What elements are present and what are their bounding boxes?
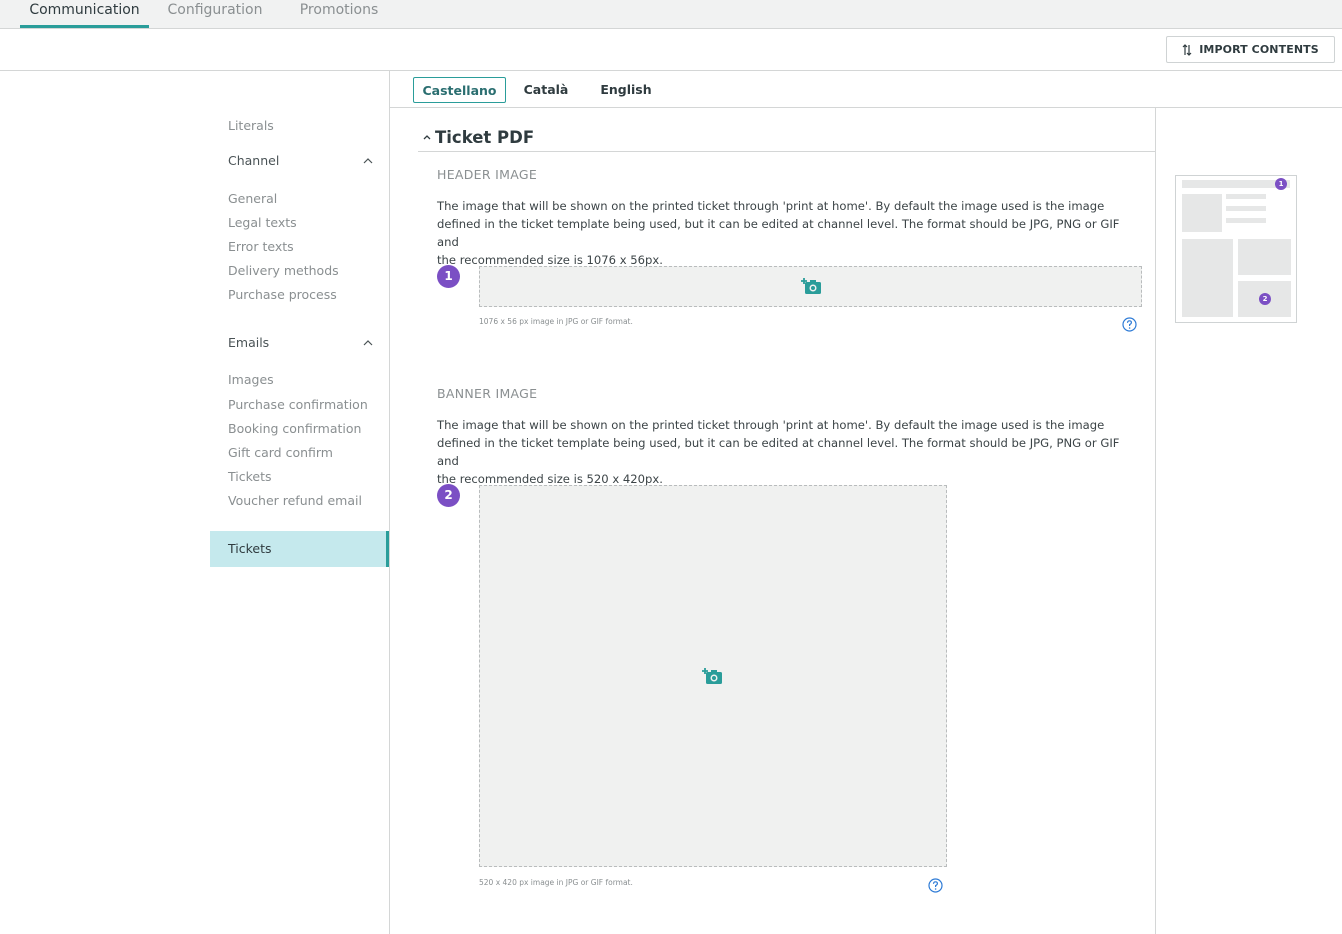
chevron-up-icon[interactable] [422,133,432,141]
import-contents-label: IMPORT CONTENTS [1199,43,1319,56]
ticket-layout-preview: 1 2 [1175,175,1297,323]
section-title: Ticket PDF [435,128,535,147]
banner-image-hint: 520 x 420 px image in JPG or GIF format. [479,878,633,887]
banner-image-description: The image that will be shown on the prin… [437,416,1127,488]
preview-line [1226,206,1266,211]
add-photo-icon [702,668,722,684]
tab-configuration[interactable]: Configuration [160,0,270,28]
header-image-hint: 1076 x 56 px image in JPG or GIF format. [479,317,633,326]
header-image-dropzone[interactable] [479,266,1142,307]
main-content: Ticket PDF HEADER IMAGE The image that w… [390,108,1156,934]
tab-promotions[interactable]: Promotions [290,0,388,28]
sidebar-item-images[interactable]: Images [228,372,274,387]
preview-badge-2: 2 [1259,293,1271,305]
sidebar-item-purchase-confirmation[interactable]: Purchase confirmation [228,397,368,412]
preview-block [1238,239,1291,275]
sidebar-group-emails[interactable]: Emails [228,335,269,350]
tab-catala[interactable]: Català [514,77,578,103]
sort-arrows-icon [1182,43,1192,56]
tab-english[interactable]: English [594,77,658,103]
top-tab-bar: Communication Configuration Promotions [0,0,1342,29]
sidebar-item-literals[interactable]: Literals [228,118,274,133]
sidebar-item-general[interactable]: General [228,191,277,206]
description-line: The image that will be shown on the prin… [437,418,1105,432]
preview-line [1226,194,1266,199]
preview-block [1182,239,1233,317]
header-image-description: The image that will be shown on the prin… [437,197,1127,269]
preview-block [1182,194,1222,232]
description-line: defined in the ticket template being use… [437,217,1120,249]
sidebar-item-tickets-active[interactable]: Tickets [210,531,389,567]
help-icon[interactable] [1122,317,1137,332]
description-line: defined in the ticket template being use… [437,436,1120,468]
language-tabs: Castellano Català English [390,71,1342,108]
sidebar-item-purchase-process[interactable]: Purchase process [228,287,337,302]
tab-castellano[interactable]: Castellano [413,77,506,103]
banner-image-badge: 2 [437,484,460,507]
preview-badge-1: 1 [1275,178,1287,190]
sidebar-item-booking-confirmation[interactable]: Booking confirmation [228,421,361,436]
sidebar-item-gift-card-confirm[interactable]: Gift card confirm [228,445,333,460]
chevron-up-icon[interactable] [362,339,374,347]
add-photo-icon [801,278,821,294]
sidebar-item-voucher-refund-email[interactable]: Voucher refund email [228,493,362,508]
sidebar: Literals Channel General Legal texts Err… [0,71,390,934]
description-line: The image that will be shown on the prin… [437,199,1105,213]
sidebar-group-channel[interactable]: Channel [228,153,279,168]
import-contents-button[interactable]: IMPORT CONTENTS [1166,36,1335,63]
banner-image-label: BANNER IMAGE [437,386,538,401]
tab-communication[interactable]: Communication [20,0,149,28]
banner-image-dropzone[interactable] [479,485,947,867]
preview-header-block [1182,180,1290,188]
sidebar-item-error-texts[interactable]: Error texts [228,239,294,254]
sidebar-item-tickets[interactable]: Tickets [228,469,272,484]
header-image-label: HEADER IMAGE [437,167,538,182]
sidebar-item-legal-texts[interactable]: Legal texts [228,215,297,230]
sidebar-item-delivery-methods[interactable]: Delivery methods [228,263,339,278]
chevron-up-icon[interactable] [362,157,374,165]
header-image-badge: 1 [437,265,460,288]
help-icon[interactable] [928,878,943,893]
toolbar: IMPORT CONTENTS [0,29,1342,71]
section-header[interactable]: Ticket PDF [418,126,1156,152]
preview-line [1226,218,1266,223]
